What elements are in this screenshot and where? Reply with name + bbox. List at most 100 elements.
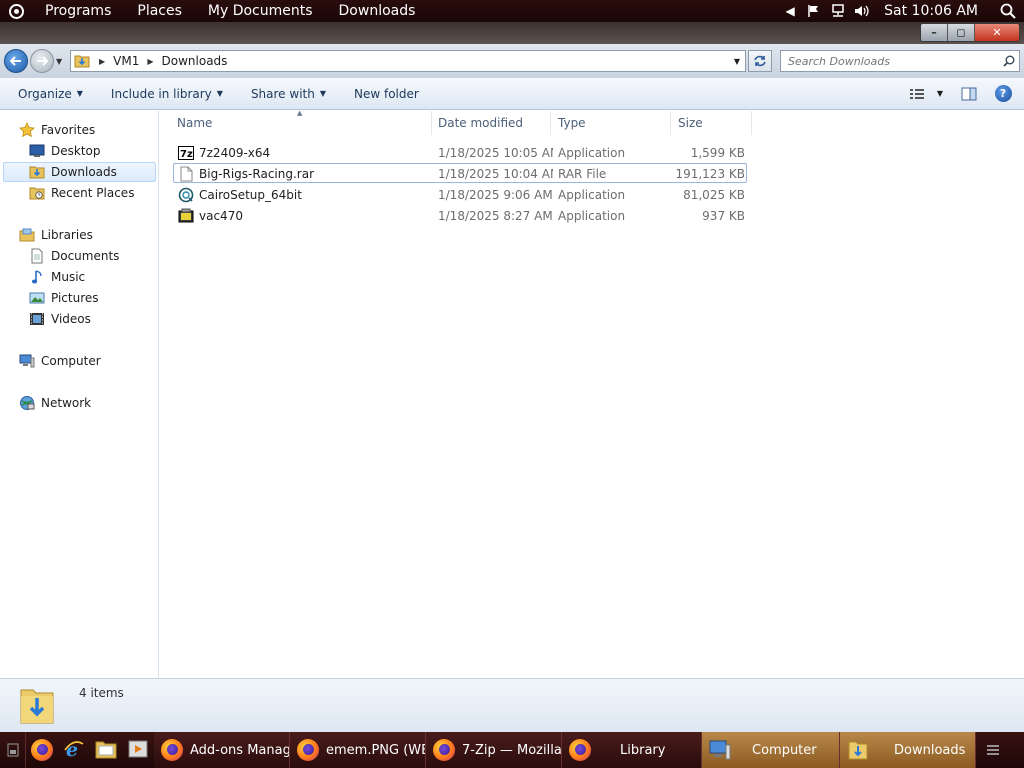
firefox-icon — [297, 739, 319, 761]
menu-downloads[interactable]: Downloads — [326, 0, 429, 22]
column-header-size[interactable]: Size — [671, 111, 752, 135]
firefox-icon — [31, 739, 53, 761]
firefox-icon — [569, 739, 591, 761]
installer-icon — [178, 208, 194, 224]
column-header-date-modified[interactable]: Date modified — [431, 111, 551, 135]
tray-expand-icon[interactable]: ◀ — [778, 0, 802, 22]
recent-pages-dropdown[interactable]: ▼ — [56, 57, 66, 66]
maximize-button[interactable]: ◻ — [948, 24, 975, 41]
svg-text:7z: 7z — [180, 149, 193, 160]
folder-download-icon — [29, 164, 45, 180]
change-view-icon[interactable] — [902, 82, 932, 106]
libraries-icon — [19, 227, 35, 243]
nav-libraries[interactable]: Libraries — [19, 225, 93, 245]
quicklaunch-firefox[interactable] — [26, 732, 58, 768]
task-library[interactable]: Library — [562, 732, 702, 768]
nav-music[interactable]: Music — [29, 267, 85, 287]
forward-button[interactable] — [30, 49, 54, 73]
nav-videos[interactable]: Videos — [29, 309, 91, 329]
quicklaunch-internet-explorer[interactable]: e — [58, 732, 90, 768]
file-row-vac470[interactable]: vac470 1/18/2025 8:27 AM Application 937… — [173, 205, 747, 225]
include-in-library-button[interactable]: Include in library ▼ — [101, 82, 233, 106]
task-downloads[interactable]: Downloads — [840, 732, 976, 768]
organize-button[interactable]: Organize ▼ — [8, 82, 93, 106]
breadcrumb-arrow-icon[interactable]: ▶ — [141, 57, 159, 66]
nav-desktop[interactable]: Desktop — [29, 141, 101, 161]
start-menu-button[interactable] — [0, 0, 32, 22]
nav-network[interactable]: Network — [19, 393, 91, 413]
firefox-icon — [161, 739, 183, 761]
search-input[interactable] — [788, 54, 999, 68]
file-row-7z2409-x64[interactable]: 7z 7z2409-x64 1/18/2025 10:05 AM Applica… — [173, 142, 747, 162]
address-row: ▼ ▶ VM1 ▶ Downloads ▼ — [0, 44, 1024, 78]
firefox-icon — [433, 739, 455, 761]
chevron-down-icon: ▼ — [216, 89, 223, 98]
command-bar: Organize ▼ Include in library ▼ Share with… — [0, 78, 1024, 110]
folder-download-icon — [18, 684, 56, 726]
nav-favorites[interactable]: Favorites — [19, 120, 95, 140]
nav-documents[interactable]: Documents — [29, 246, 119, 266]
music-icon — [29, 269, 45, 285]
recent-places-icon — [29, 185, 45, 201]
menu-places[interactable]: Places — [124, 0, 195, 22]
computer-icon — [19, 353, 35, 369]
file-row-cairosetup-64bit[interactable]: CairoSetup_64bit 1/18/2025 9:06 AM Appli… — [173, 184, 747, 204]
taskbar: e Add-ons Manag... emem.PNG (WE... 7-Zip… — [0, 732, 1024, 768]
breadcrumb-vm1[interactable]: VM1 — [111, 54, 141, 68]
7zip-icon: 7z — [178, 145, 194, 161]
flag-icon[interactable] — [802, 0, 826, 22]
breadcrumb-arrow-icon[interactable]: ▶ — [93, 57, 111, 66]
task-7zip-mozilla[interactable]: 7-Zip — Mozilla... — [426, 732, 562, 768]
search-box[interactable] — [780, 50, 1020, 72]
show-desktop-button[interactable] — [0, 732, 26, 768]
search-icon[interactable] — [992, 3, 1024, 19]
details-pane: 4 items — [0, 678, 1024, 732]
back-button[interactable] — [4, 49, 28, 73]
breadcrumb-downloads[interactable]: Downloads — [160, 54, 230, 68]
search-icon[interactable] — [999, 55, 1019, 67]
column-header-type[interactable]: Type — [551, 111, 671, 135]
volume-icon[interactable] — [850, 0, 874, 22]
help-icon[interactable]: ? — [988, 82, 1018, 106]
taskbar-menu-icon[interactable] — [976, 732, 1010, 768]
refresh-button[interactable] — [748, 50, 772, 72]
task-add-ons-manager[interactable]: Add-ons Manag... — [154, 732, 290, 768]
quicklaunch-file-explorer[interactable] — [90, 732, 122, 768]
item-count: 4 items — [79, 686, 124, 700]
address-history-dropdown[interactable]: ▼ — [729, 51, 745, 71]
sort-ascending-icon: ▲ — [297, 109, 303, 117]
chevron-down-icon: ▼ — [76, 89, 83, 98]
network-icon[interactable] — [826, 0, 850, 22]
file-row-big-rigs-racing[interactable]: Big-Rigs-Racing.rar 1/18/2025 10:04 AM R… — [173, 163, 747, 183]
address-bar[interactable]: ▶ VM1 ▶ Downloads ▼ — [70, 50, 746, 72]
pictures-icon — [29, 290, 45, 306]
nav-downloads[interactable]: Downloads — [3, 162, 156, 182]
navigation-pane: Favorites Desktop Downloads Recent Place… — [0, 111, 159, 678]
quicklaunch-media-player[interactable] — [122, 732, 154, 768]
blank-file-icon — [178, 166, 194, 182]
nav-computer[interactable]: Computer — [19, 351, 101, 371]
cairo-setup-icon — [178, 187, 194, 203]
share-with-button[interactable]: Share with ▼ — [241, 82, 336, 106]
nav-recent-places[interactable]: Recent Places — [29, 183, 134, 203]
menu-my-documents[interactable]: My Documents — [195, 0, 326, 22]
videos-icon — [29, 311, 45, 327]
column-headers: Name ▲ Date modified Type Size — [160, 109, 752, 135]
task-emem-png[interactable]: emem.PNG (WE... — [290, 732, 426, 768]
view-options-dropdown[interactable]: ▼ — [932, 82, 948, 106]
window-title-bar[interactable]: – ◻ ✕ — [0, 22, 1024, 44]
folder-icon — [846, 738, 870, 762]
task-computer[interactable]: Computer — [702, 732, 840, 768]
documents-icon — [29, 248, 45, 264]
menu-programs[interactable]: Programs — [32, 0, 124, 22]
new-folder-button[interactable]: New folder — [344, 82, 429, 106]
star-icon — [19, 122, 35, 138]
network-icon — [19, 395, 35, 411]
nav-pictures[interactable]: Pictures — [29, 288, 99, 308]
window-controls: – ◻ ✕ — [920, 23, 1020, 42]
preview-pane-icon[interactable] — [954, 82, 984, 106]
minimize-button[interactable]: – — [921, 24, 948, 41]
close-button[interactable]: ✕ — [975, 24, 1019, 41]
file-list[interactable]: Name ▲ Date modified Type Size 7z 7z2409… — [160, 109, 1024, 678]
clock[interactable]: Sat 10:06 AM — [874, 3, 992, 19]
